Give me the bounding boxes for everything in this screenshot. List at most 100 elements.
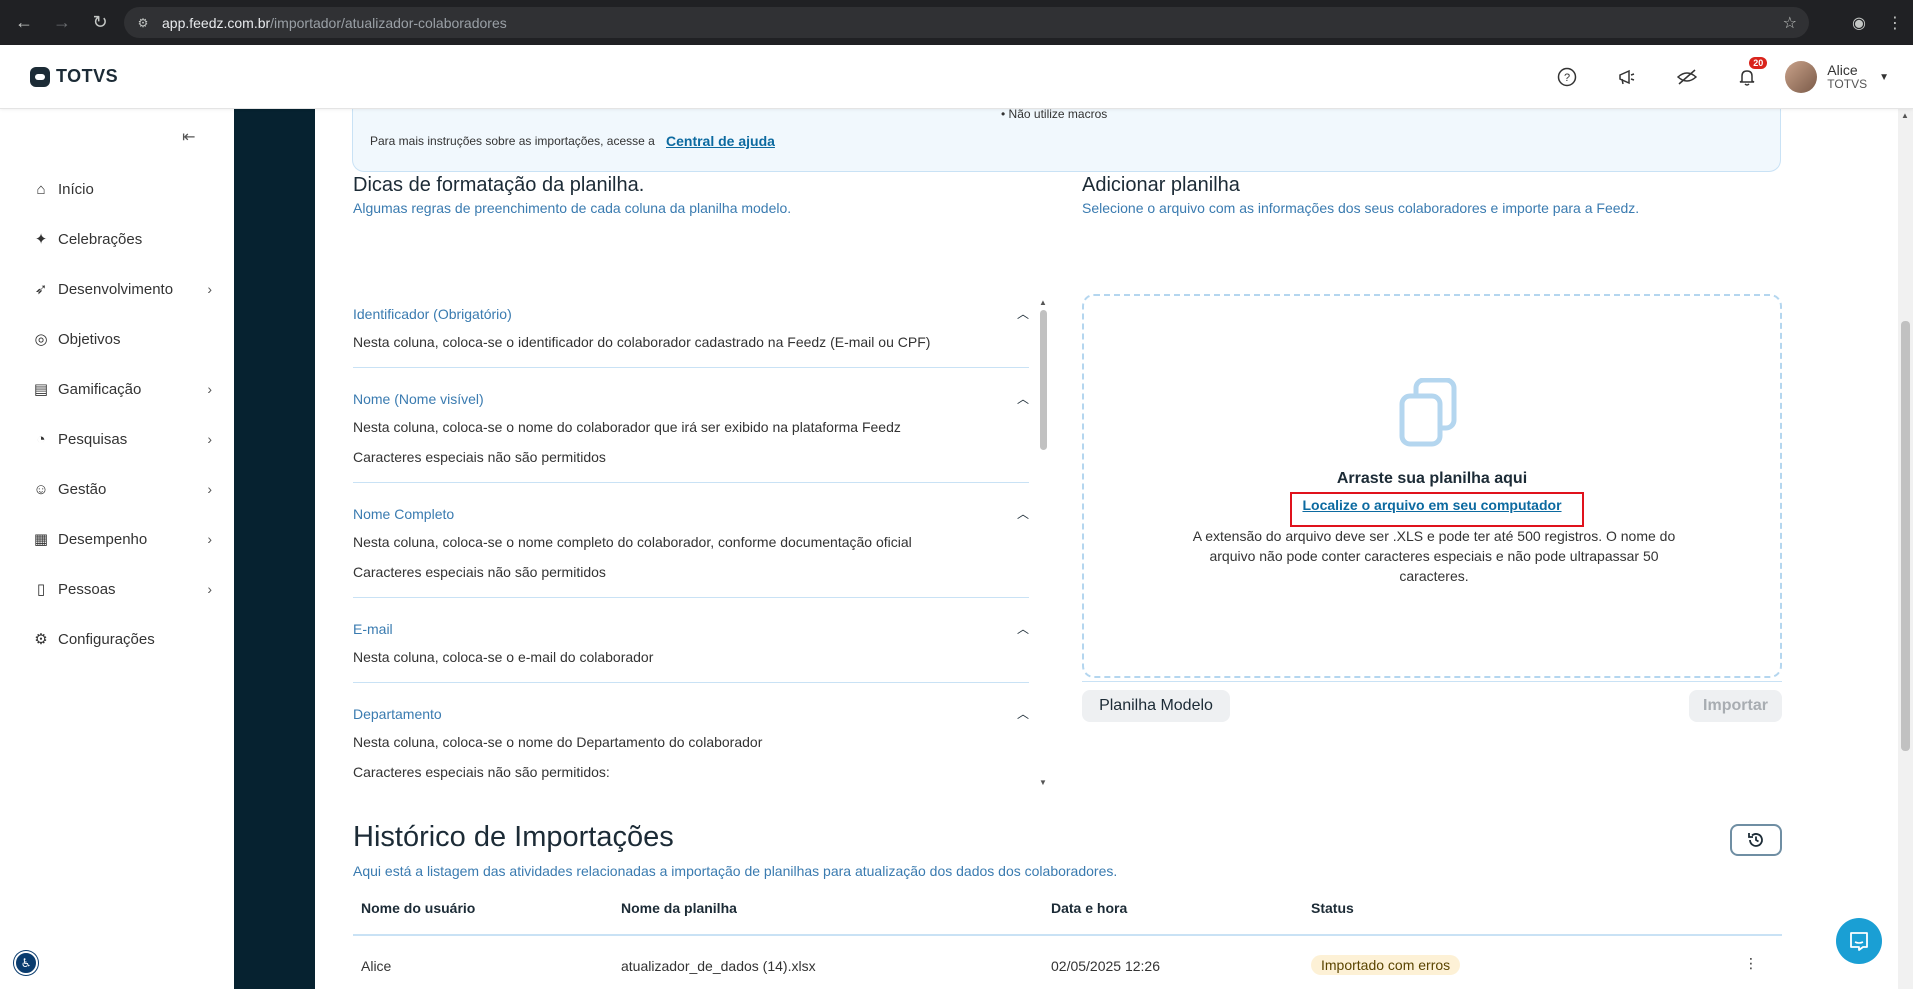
url-host: app.feedz.com.br xyxy=(162,14,271,31)
history-refresh-button[interactable] xyxy=(1730,824,1782,856)
sidebar-item-label: Configurações xyxy=(58,630,155,648)
tip-line: Caracteres especiais não são permitidos xyxy=(353,564,606,580)
address-bar[interactable]: ⚙ app.feedz.com.br/importador/atualizado… xyxy=(124,7,1809,38)
game-icon: ▤ xyxy=(33,381,49,398)
back-icon[interactable]: ← xyxy=(10,9,38,37)
caret-down-icon: ▼ xyxy=(1879,71,1889,83)
eye-off-icon[interactable] xyxy=(1657,45,1717,109)
totvs-logo-icon xyxy=(30,66,50,87)
sidebar-item-7[interactable]: ▦ Desempenho › xyxy=(32,514,212,564)
tip-line: Nesta coluna, coloca-se o nome do Depart… xyxy=(353,734,763,750)
rocket-icon: ➶ xyxy=(34,281,48,298)
forward-icon[interactable]: → xyxy=(48,9,76,37)
sidebar-item-0[interactable]: ⌂ Início xyxy=(32,164,212,214)
chevron-up-icon[interactable]: ︿ xyxy=(1017,386,1029,412)
row-more-icon[interactable]: ⋮ xyxy=(1744,955,1758,972)
tip-title: Nome (Nome visível) xyxy=(353,391,484,407)
chevron-up-icon[interactable]: ︿ xyxy=(1017,701,1029,727)
sidebar-menu: ⌂ Início ✦ Celebrações ➶ Desenvolvimento › ◎ Obj… xyxy=(32,164,212,664)
sidebar-item-label: Desenvolvimento xyxy=(58,280,174,298)
help-icon[interactable]: ? xyxy=(1537,45,1597,109)
sidebar-item-label: Desempenho xyxy=(58,530,148,548)
app-header: TOTVS ? 20 Alice TOTVS ▼ xyxy=(0,45,1913,109)
bell-icon[interactable]: 20 xyxy=(1717,45,1777,109)
chevron-up-icon[interactable]: ︿ xyxy=(1017,501,1029,527)
party-icon: ✦ xyxy=(34,231,48,248)
right-gutter xyxy=(1821,109,1898,989)
tip-title: E-mail xyxy=(353,621,393,637)
sidebar-item-6[interactable]: ☺ Gestão › xyxy=(32,464,212,514)
bookmark-star-icon[interactable]: ☆ xyxy=(1783,13,1797,33)
tip-header[interactable]: Identificador (Obrigatório) ︿ xyxy=(353,293,1029,327)
target-icon: ◎ xyxy=(34,331,48,348)
site-settings-icon[interactable]: ⚙ xyxy=(136,16,150,30)
tip-header[interactable]: Nome Completo ︿ xyxy=(353,493,1029,527)
url-text[interactable]: app.feedz.com.br/importador/atualizador-… xyxy=(162,15,507,31)
sidebar-item-4[interactable]: ▤ Gamificação › xyxy=(32,364,212,414)
tips-scroll-thumb[interactable] xyxy=(1040,310,1047,450)
sidebar-item-1[interactable]: ✦ Celebrações xyxy=(32,214,212,264)
tip-header[interactable]: E-mail ︿ xyxy=(353,608,1029,642)
svg-text:?: ? xyxy=(1564,72,1570,84)
chart-icon: ▦ xyxy=(33,531,49,548)
copy-file-icon xyxy=(1399,378,1457,447)
logo[interactable]: TOTVS xyxy=(30,66,118,87)
tip-line: Nesta coluna, coloca-se o nome do colabo… xyxy=(353,419,901,435)
profile-icon[interactable]: ◉ xyxy=(1841,5,1877,41)
dropzone-title: Arraste sua planilha aqui xyxy=(1336,470,1528,487)
scroll-up-icon[interactable]: ▲ xyxy=(1901,111,1909,120)
tip-header[interactable]: Departamento ︿ xyxy=(353,693,1029,727)
chevron-right-icon: › xyxy=(207,481,212,497)
sidebar-item-2[interactable]: ➶ Desenvolvimento › xyxy=(32,264,212,314)
user-menu[interactable]: Alice TOTVS ▼ xyxy=(1785,61,1889,93)
megaphone-icon[interactable] xyxy=(1597,45,1657,109)
tip-line: Caracteres especiais não são permitidos: xyxy=(353,764,610,780)
sidebar-item-5[interactable]: ◔ Pesquisas › xyxy=(32,414,212,464)
column-header-user[interactable]: Nome do usuário xyxy=(361,900,475,916)
sidebar-item-8[interactable]: ▯ Pessoas › xyxy=(32,564,212,614)
tip-title: Nome Completo xyxy=(353,506,455,522)
status-badge: Importado com erros xyxy=(1311,955,1461,975)
sidebar: ⇤ ⌂ Início ✦ Celebrações ➶ Desenvolvimento › ◎ O… xyxy=(0,109,234,989)
tip-item: Identificador (Obrigatório) ︿ Nesta coluna… xyxy=(353,293,1029,368)
table-header-divider xyxy=(353,934,1782,936)
browse-file-link[interactable]: Localize o arquivo em seu computador xyxy=(1084,497,1780,513)
tip-item: Departamento ︿ Nesta coluna, coloca-se o n… xyxy=(353,693,1029,783)
tips-list[interactable]: Identificador (Obrigatório) ︿ Nesta coluna… xyxy=(353,293,1029,783)
page-scrollbar[interactable]: ▲ xyxy=(1898,109,1913,989)
chevron-right-icon: › xyxy=(207,381,212,397)
tips-scroll-down-icon[interactable]: ▼ xyxy=(1039,778,1047,787)
collapse-sidebar-icon[interactable]: ⇤ xyxy=(182,127,195,147)
chat-button[interactable] xyxy=(1836,918,1882,964)
history-icon xyxy=(1748,833,1763,847)
chevron-up-icon[interactable]: ︿ xyxy=(1017,616,1029,642)
chevron-up-icon[interactable]: ︿ xyxy=(1017,301,1029,327)
chevron-right-icon: › xyxy=(207,431,212,447)
file-dropzone[interactable]: Arraste sua planilha aqui Localize o arq… xyxy=(1082,294,1782,678)
chevron-right-icon: › xyxy=(207,581,212,597)
accessibility-icon[interactable]: ♿ xyxy=(14,951,38,975)
column-header-datetime[interactable]: Data e hora xyxy=(1051,900,1127,916)
page-scroll-thumb[interactable] xyxy=(1901,321,1910,751)
gear-icon: ⚙ xyxy=(34,631,48,648)
url-path: /importador/atualizador-colaboradores xyxy=(270,14,507,31)
divider xyxy=(1082,681,1782,682)
tips-scroll-up-icon[interactable]: ▲ xyxy=(1039,298,1047,307)
sidebar-item-label: Pesquisas xyxy=(58,430,128,448)
user-org: TOTVS xyxy=(1827,77,1868,91)
tips-scrollbar[interactable]: ▲ ▼ xyxy=(1039,298,1048,788)
sidebar-item-3[interactable]: ◎ Objetivos xyxy=(32,314,212,364)
column-header-file[interactable]: Nome da planilha xyxy=(621,900,737,916)
menu-dots-icon[interactable]: ⋮ xyxy=(1877,5,1913,41)
tip-header[interactable]: Nome (Nome visível) ︿ xyxy=(353,378,1029,412)
import-button[interactable]: Importar xyxy=(1689,690,1782,722)
tip-title: Identificador (Obrigatório) xyxy=(353,306,512,322)
user-name: Alice xyxy=(1827,62,1858,78)
home-icon: ⌂ xyxy=(36,180,46,198)
sidebar-item-9[interactable]: ⚙ Configurações xyxy=(32,614,212,664)
tip-item: Nome Completo ︿ Nesta coluna, coloca-se o … xyxy=(353,493,1029,598)
badge-icon: ▯ xyxy=(36,581,46,598)
reload-icon[interactable]: ↻ xyxy=(86,9,114,37)
column-header-status[interactable]: Status xyxy=(1311,900,1354,916)
model-spreadsheet-button[interactable]: Planilha Modelo xyxy=(1082,690,1230,722)
